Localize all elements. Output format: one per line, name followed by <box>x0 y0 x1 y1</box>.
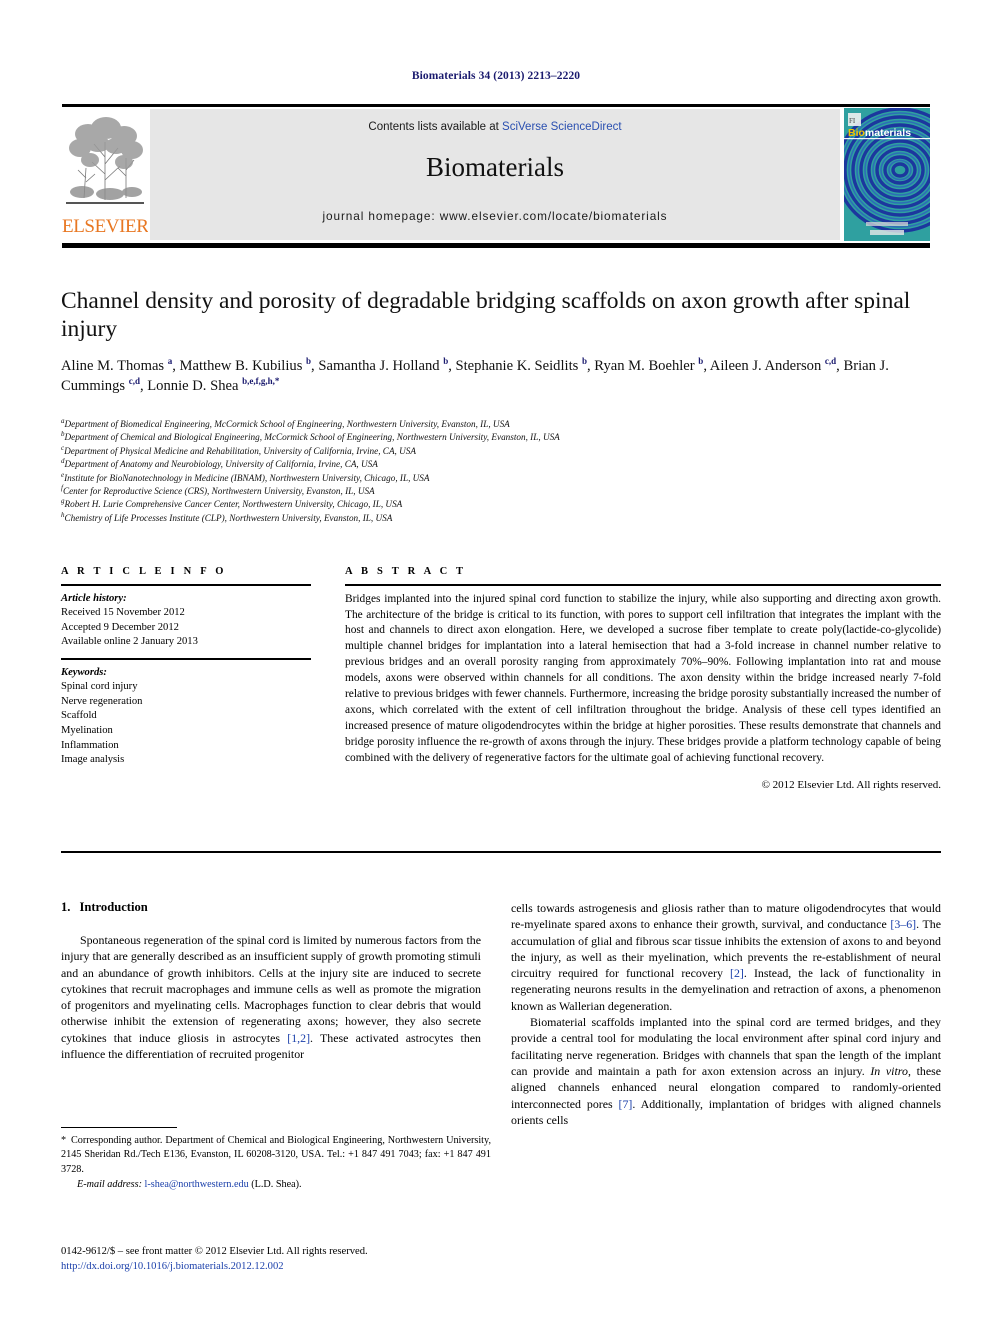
keyword-item: Myelination <box>61 724 113 736</box>
article-info-heading: A R T I C L E I N F O <box>61 566 227 577</box>
affiliation-item: gRobert H. Lurie Comprehensive Cancer Ce… <box>61 498 941 511</box>
article-history-label: Article history: <box>61 592 127 604</box>
journal-masthead: ELSEVIER Contents lists available at Sci… <box>62 104 930 248</box>
keyword-item: Inflammation <box>61 739 119 751</box>
affiliation-list: aDepartment of Biomedical Engineering, M… <box>61 417 941 525</box>
affiliation-text: Department of Chemical and Biological En… <box>64 432 560 443</box>
journal-homepage-link[interactable]: journal homepage: www.elsevier.com/locat… <box>150 209 840 223</box>
contents-available-prefix: Contents lists available at <box>368 121 503 133</box>
article-page: Biomaterials 34 (2013) 2213–2220 ELSEVIE… <box>0 0 992 1323</box>
copyright-line: © 2012 Elsevier Ltd. All rights reserved… <box>761 778 941 791</box>
footnote-email-line: E-mail address: l-shea@northwestern.edu … <box>61 1178 491 1192</box>
journal-cover-thumbnail: FI Biomaterials <box>844 108 930 241</box>
doi-link[interactable]: http://dx.doi.org/10.1016/j.biomaterials… <box>61 1259 531 1274</box>
running-head: Biomaterials 34 (2013) 2213–2220 <box>411 70 581 82</box>
journal-title: Biomaterials <box>426 152 564 182</box>
author-list: Aline M. Thomas a, Matthew B. Kubilius b… <box>61 356 889 394</box>
history-available-online: Available online 2 January 2013 <box>61 636 198 648</box>
history-accepted: Accepted 9 December 2012 <box>61 621 179 633</box>
keyword-item: Scaffold <box>61 710 97 722</box>
footnote-star-marker: * <box>61 1135 67 1146</box>
keyword-item: Image analysis <box>61 754 125 766</box>
affiliation-item: hChemistry of Life Processes Institute (… <box>61 511 941 525</box>
affiliation-text: Department of Biomedical Engineering, Mc… <box>64 419 510 429</box>
affiliation-text: Robert H. Lurie Comprehensive Cancer Cen… <box>64 499 403 510</box>
corresponding-author-text: * Corresponding author. Department of Ch… <box>61 1134 491 1177</box>
elsevier-tree-icon <box>66 117 144 204</box>
keyword-item: Nerve regeneration <box>61 695 143 707</box>
elsevier-wordmark: ELSEVIER <box>62 216 148 237</box>
page-title: Channel density and porosity of degradab… <box>61 288 911 342</box>
abstract-section: A B S T R A C T Bridges implanted into t… <box>345 566 941 791</box>
article-info-rule <box>61 584 311 586</box>
abstract-heading: A B S T R A C T <box>345 566 467 577</box>
keyword-item: Spinal cord injury <box>61 681 138 693</box>
body-column-left: 1. Introduction Spontaneous regeneration … <box>61 900 481 1062</box>
corresponding-author-details: Corresponding author. Department of Chem… <box>61 1135 491 1175</box>
intro-paragraph-2: Biomaterial scaffolds implanted into the… <box>511 1015 942 1127</box>
masthead-bottom-rule <box>62 243 930 248</box>
affiliation-text: Department of Physical Medicine and Reha… <box>64 445 416 456</box>
affiliation-item: fCenter for Reproductive Science (CRS), … <box>61 484 941 498</box>
intro-paragraph-1-continued: cells towards astrogenesis and gliosis r… <box>511 901 942 1013</box>
elsevier-logo: ELSEVIER <box>62 109 148 240</box>
abstract-rule <box>345 584 941 586</box>
section-heading-introduction: 1. Introduction <box>61 900 481 915</box>
corresponding-author-footnote: * Corresponding author. Department of Ch… <box>61 1134 491 1193</box>
affiliation-item: cDepartment of Physical Medicine and Reh… <box>61 444 941 458</box>
keywords-rule <box>61 657 311 660</box>
affiliation-text: Chemistry of Life Processes Institute (C… <box>64 512 393 523</box>
abstract-bottom-rule <box>61 851 941 853</box>
journal-banner: Contents lists available at SciVerse Sci… <box>150 109 840 240</box>
contents-available-line: Contents lists available at SciVerse Sci… <box>150 121 840 133</box>
footnote-rule <box>61 1127 177 1129</box>
affiliation-text: Center for Reproductive Science (CRS), N… <box>62 486 375 497</box>
article-info-section: A R T I C L E I N F O Article history: R… <box>61 566 311 768</box>
affiliation-item: eInstitute for BioNanotechnology in Medi… <box>61 471 941 485</box>
abstract-text: Bridges implanted into the injured spina… <box>345 592 941 764</box>
imprint-front-matter: 0142-9612/$ – see front matter © 2012 El… <box>61 1246 368 1257</box>
affiliation-item: bDepartment of Chemical and Biological E… <box>61 431 941 444</box>
section-number: 1. <box>61 900 71 914</box>
affiliation-text: Institute for BioNanotechnology in Medic… <box>64 472 430 483</box>
masthead-top-rule <box>62 104 930 107</box>
sciencedirect-link[interactable]: SciVerse ScienceDirect <box>502 121 622 133</box>
cover-artwork: FI Biomaterials <box>844 108 930 241</box>
svg-text:FI: FI <box>849 117 856 125</box>
affiliation-item: dDepartment of Anatomy and Neurobiology,… <box>61 458 941 471</box>
history-received: Received 15 November 2012 <box>61 607 185 619</box>
affiliation-item: aDepartment of Biomedical Engineering, M… <box>61 417 941 431</box>
intro-paragraph-1: Spontaneous regeneration of the spinal c… <box>61 933 481 1062</box>
email-address-owner: (L.D. Shea). <box>251 1179 302 1191</box>
email-address-label: E-mail address: <box>77 1179 142 1191</box>
keywords-label: Keywords: <box>61 666 107 678</box>
imprint-block: 0142-9612/$ – see front matter © 2012 El… <box>61 1244 531 1274</box>
email-address-link[interactable]: l-shea@northwestern.edu <box>145 1179 249 1190</box>
affiliation-text: Department of Anatomy and Neurobiology, … <box>64 459 378 470</box>
svg-text:Biomaterials: Biomaterials <box>848 127 911 139</box>
section-title: Introduction <box>79 900 148 914</box>
body-column-right: cells towards astrogenesis and gliosis r… <box>511 900 941 1128</box>
